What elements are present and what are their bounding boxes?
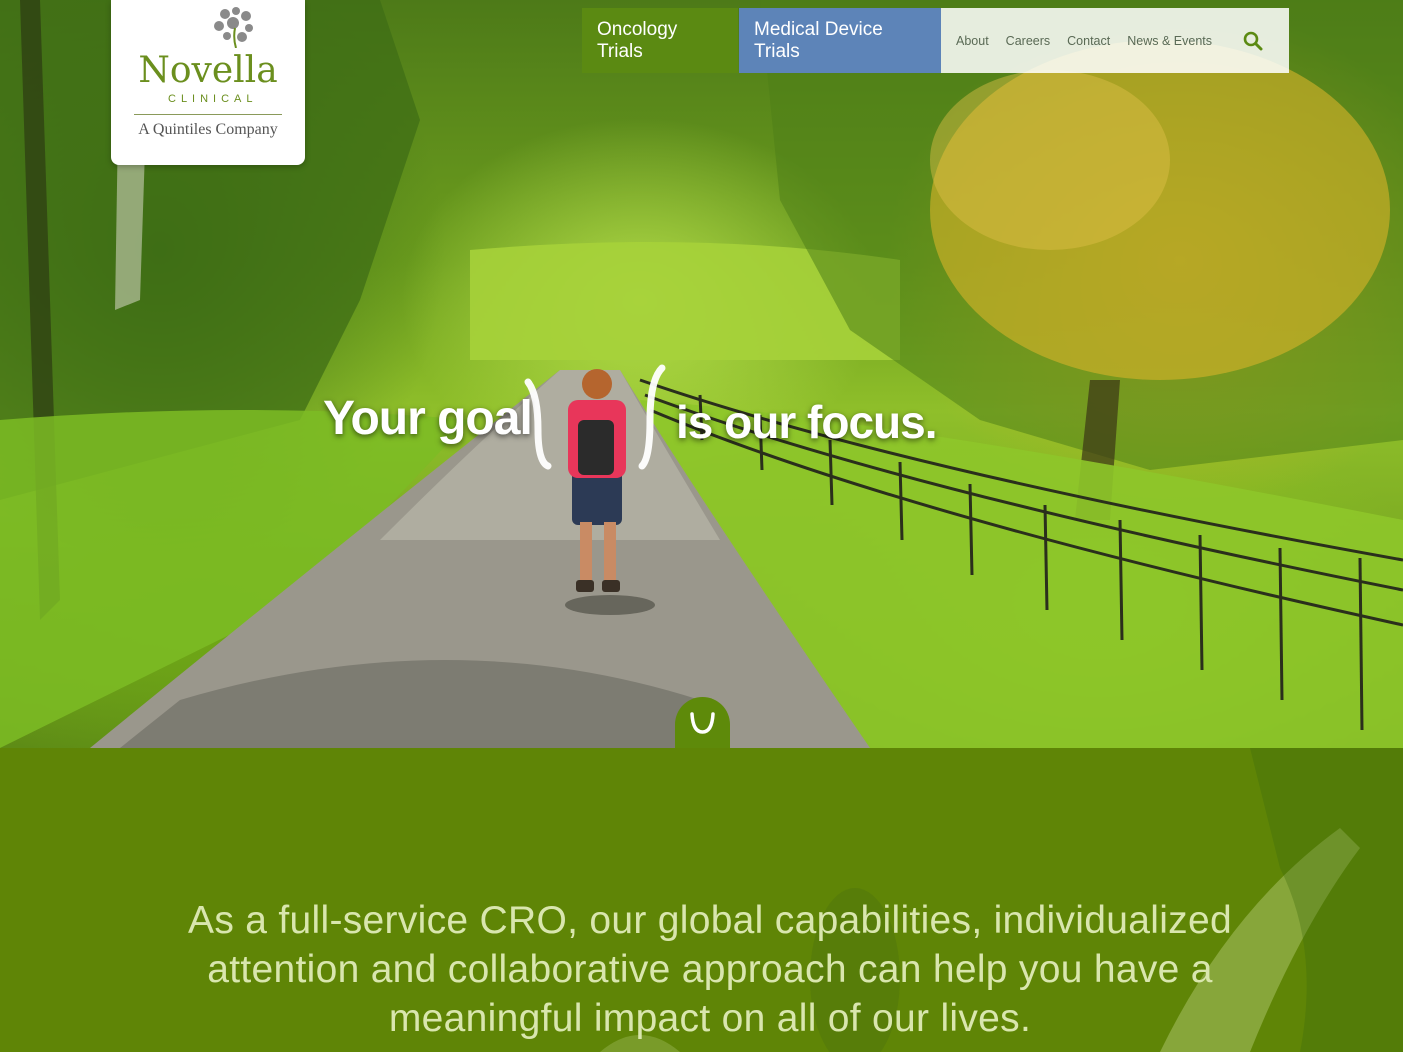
- headline-right: is our focus.: [676, 396, 937, 448]
- intro-section: As a full-service CRO, our global capabi…: [0, 748, 1403, 1052]
- logo-subtitle: CLINICAL: [168, 93, 258, 105]
- headline-left: Your goal: [323, 392, 533, 445]
- logo-divider: [134, 114, 282, 115]
- hero-headline: Your goal is our focus.: [323, 385, 963, 475]
- nav-contact[interactable]: Contact: [1067, 34, 1110, 48]
- nav-news-events[interactable]: News & Events: [1127, 34, 1212, 48]
- nav-about[interactable]: About: [956, 34, 989, 48]
- nav-device-label: Medical Device Trials: [754, 18, 883, 62]
- logo-wordmark: Novella: [138, 50, 278, 91]
- chevron-down-icon: [690, 712, 715, 734]
- nav-oncology-label: Oncology Trials: [597, 18, 678, 62]
- nav-careers[interactable]: Careers: [1006, 34, 1050, 48]
- scroll-down-button[interactable]: [675, 697, 730, 748]
- logo[interactable]: Novella CLINICAL A Quintiles Company: [111, 0, 305, 165]
- nav-medical-device-trials[interactable]: Medical Device Trials: [739, 8, 941, 73]
- secondary-nav: About Careers Contact News & Events: [941, 8, 1289, 73]
- nav-oncology-trials[interactable]: Oncology Trials: [582, 8, 738, 73]
- intro-text: As a full-service CRO, our global capabi…: [188, 899, 1232, 1040]
- logo-tagline: A Quintiles Company: [138, 121, 278, 138]
- novella-flower-icon: [214, 7, 253, 48]
- search-icon[interactable]: [1243, 31, 1263, 51]
- main-navigation: Oncology Trials Medical Device Trials Ab…: [582, 8, 1289, 73]
